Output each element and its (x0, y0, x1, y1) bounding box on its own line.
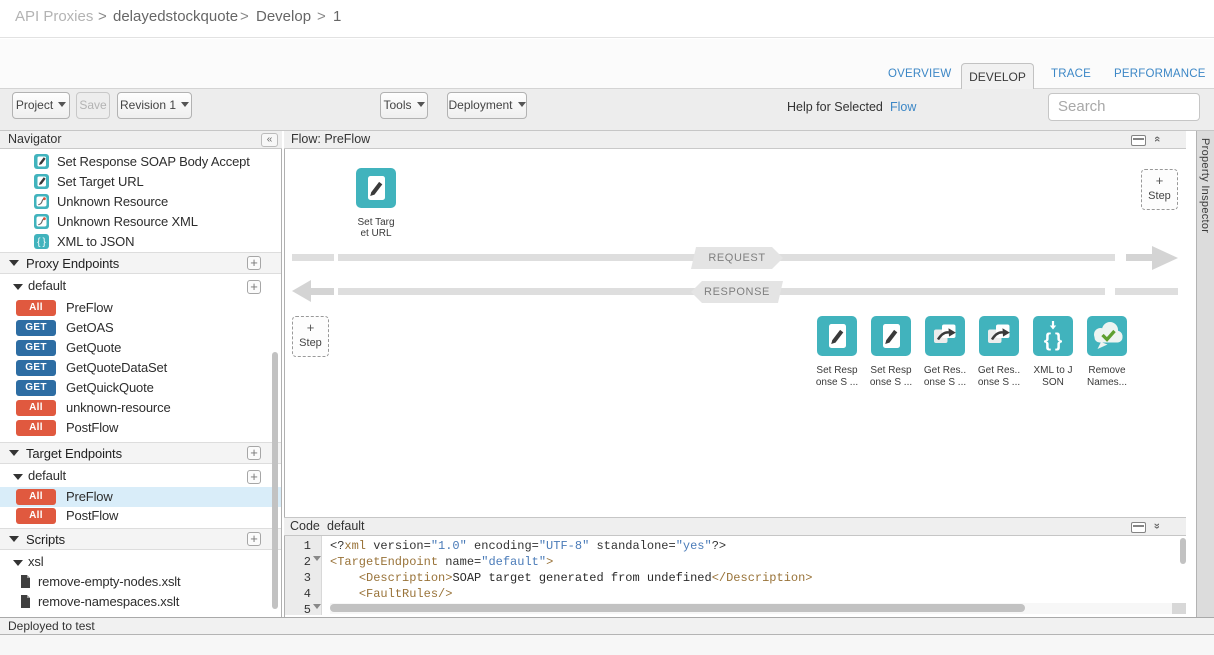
svg-text:{ }: { } (37, 237, 46, 248)
svg-text:{ }: { } (1044, 331, 1063, 352)
